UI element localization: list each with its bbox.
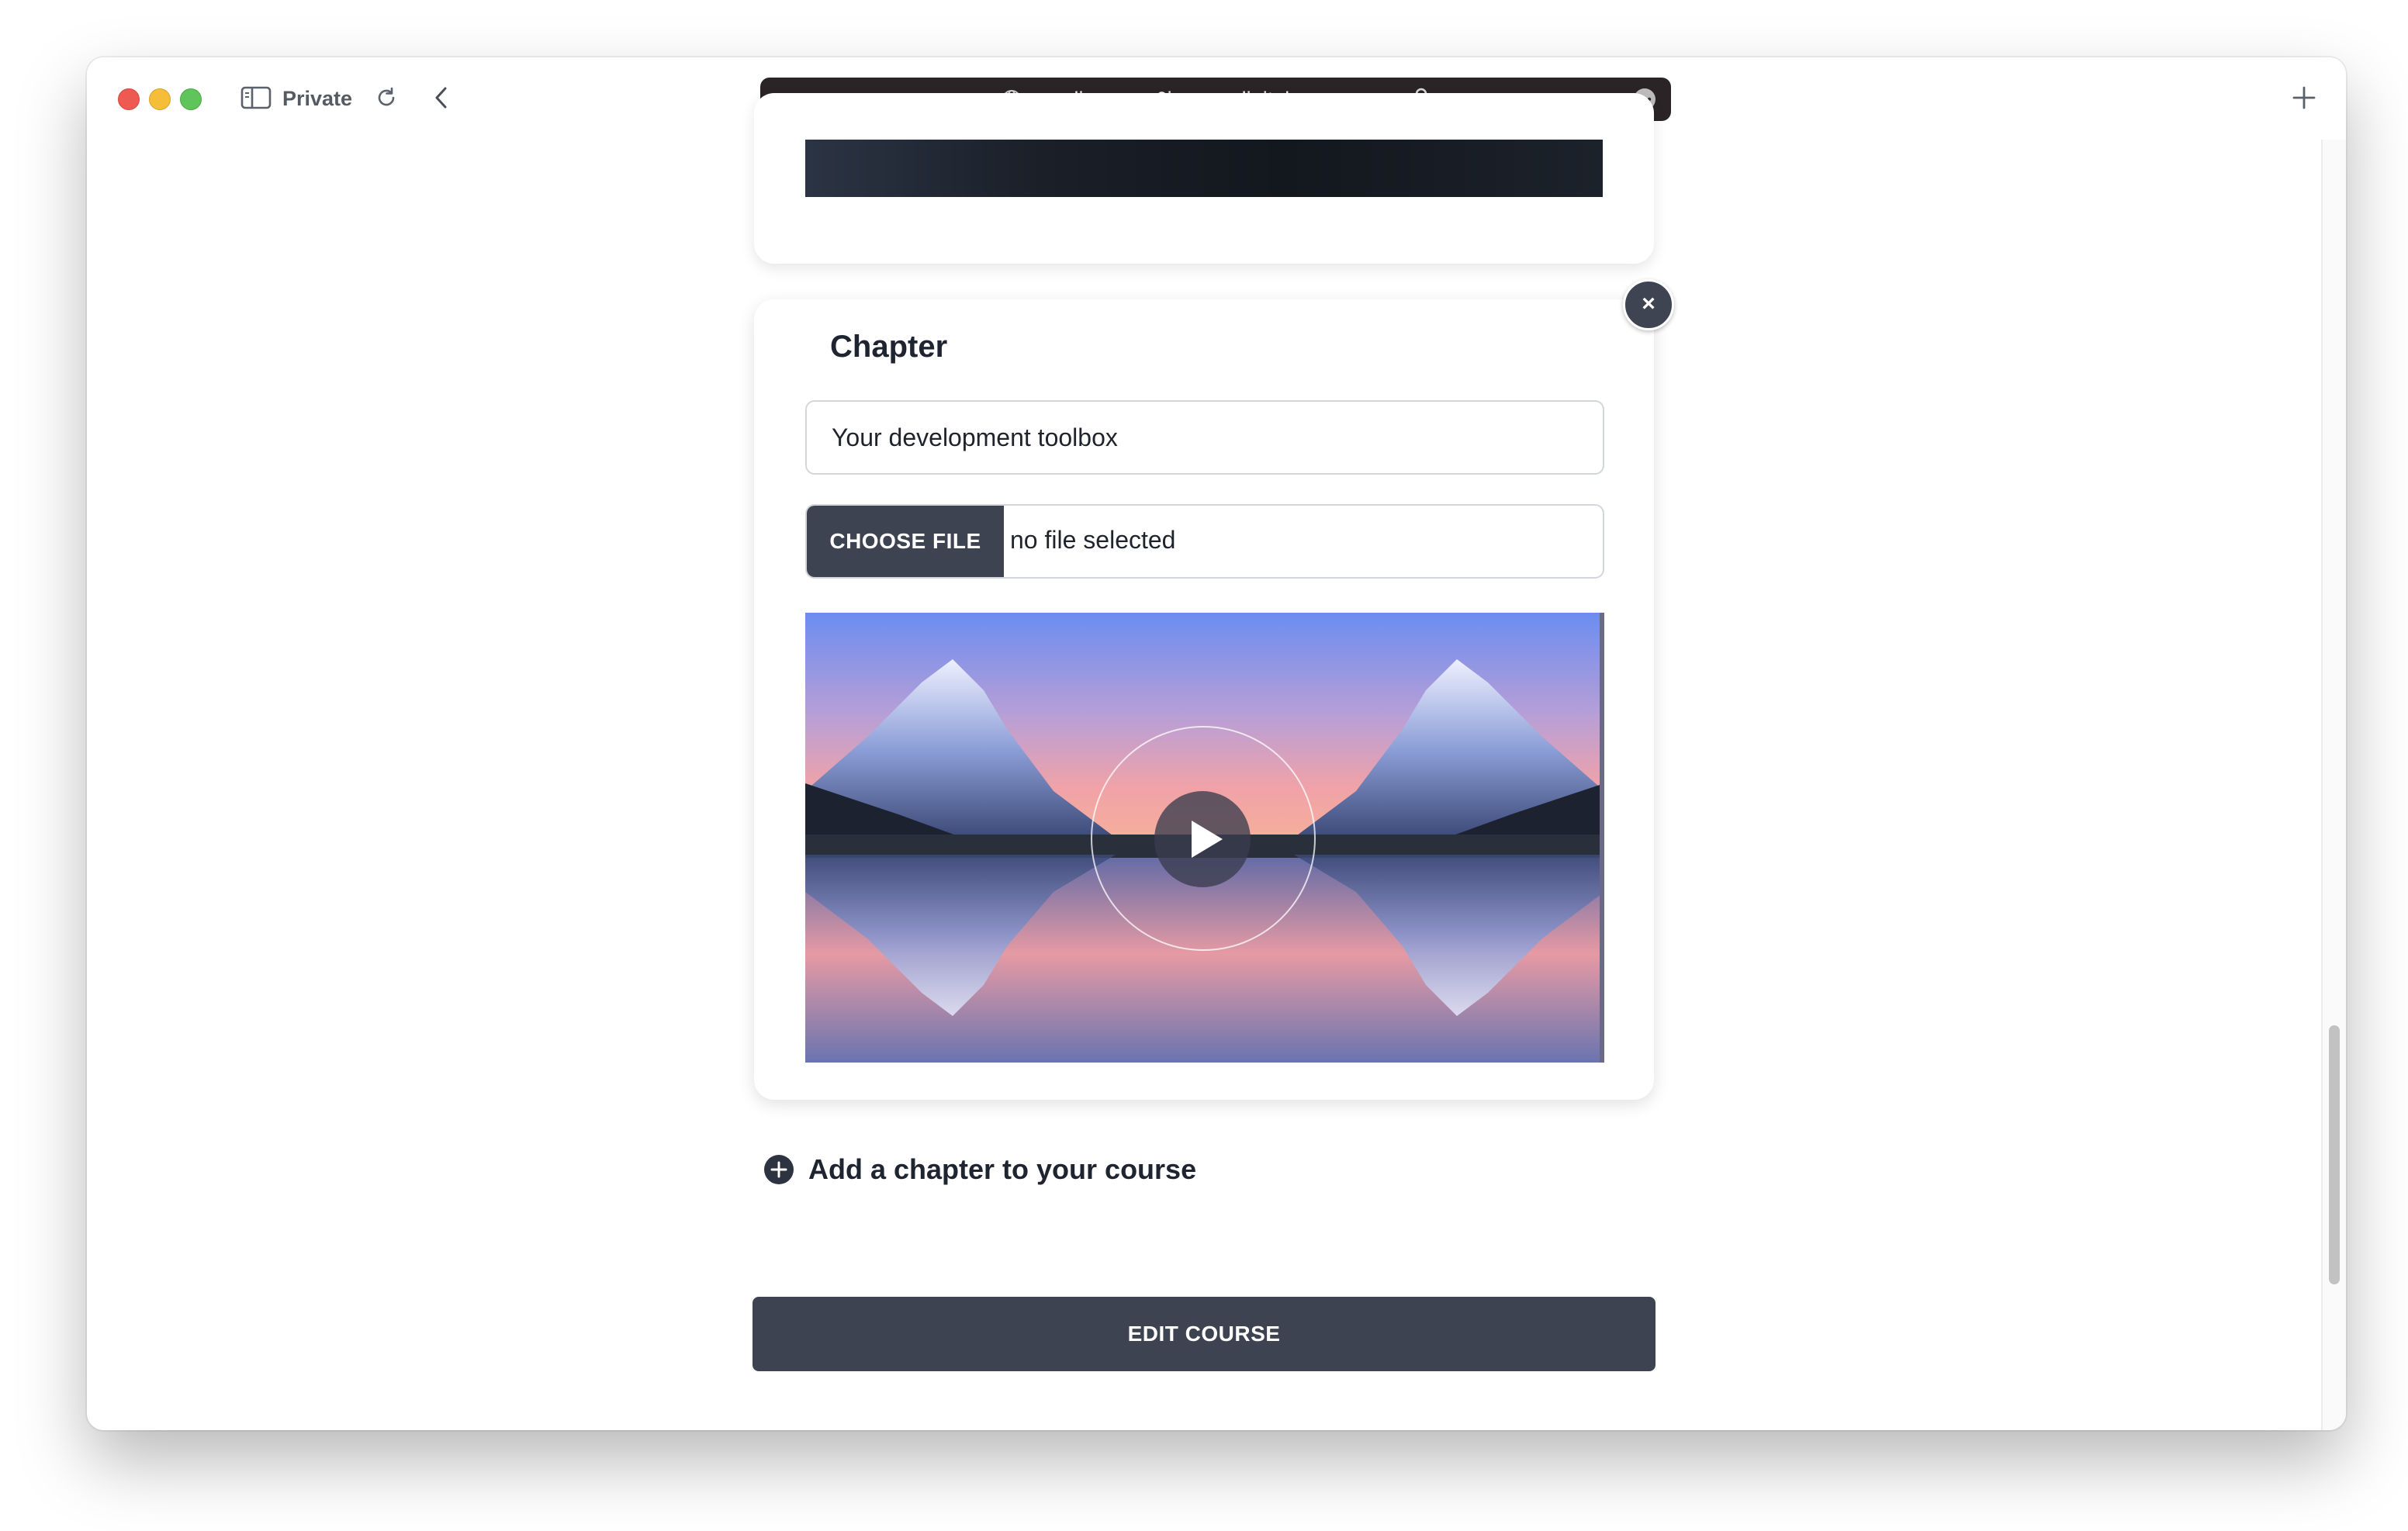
play-icon[interactable] (1154, 791, 1251, 887)
scrollbar-thumb[interactable] (2329, 1025, 2340, 1284)
page-content: Chapter Your development toolbox CHOOSE … (87, 93, 2346, 1430)
add-chapter-label: Add a chapter to your course (808, 1153, 1197, 1185)
chapter-video-preview[interactable] (805, 613, 1604, 1063)
scrollbar[interactable] (2321, 140, 2346, 1430)
chapter-card: Chapter Your development toolbox CHOOSE … (754, 299, 1654, 1100)
plus-circle-icon (763, 1154, 794, 1185)
window-maximize-button[interactable] (180, 88, 202, 110)
previous-chapter-video[interactable] (805, 140, 1603, 197)
reload-icon[interactable] (372, 84, 400, 112)
remove-chapter-button[interactable]: × (1623, 279, 1674, 330)
file-status: no file selected (1010, 526, 1176, 554)
private-label: Private (282, 87, 353, 110)
browser-window: Private sea-lion-app-6jnzu.ondigitalocea… (87, 57, 2346, 1430)
chapter-title-input[interactable]: Your development toolbox (805, 400, 1604, 475)
choose-file-button[interactable]: CHOOSE FILE (807, 506, 1004, 577)
previous-chapter-card (754, 93, 1654, 264)
chapter-heading: Chapter (830, 330, 948, 364)
chapter-video-file-input[interactable]: CHOOSE FILE no file selected (805, 504, 1604, 579)
edit-course-button[interactable]: EDIT COURSE (752, 1297, 1656, 1371)
window-minimize-button[interactable] (149, 88, 171, 110)
sidebar-icon[interactable] (240, 85, 272, 110)
back-icon[interactable] (428, 84, 456, 112)
window-close-button[interactable] (118, 88, 140, 110)
plus-icon[interactable] (2289, 82, 2320, 113)
